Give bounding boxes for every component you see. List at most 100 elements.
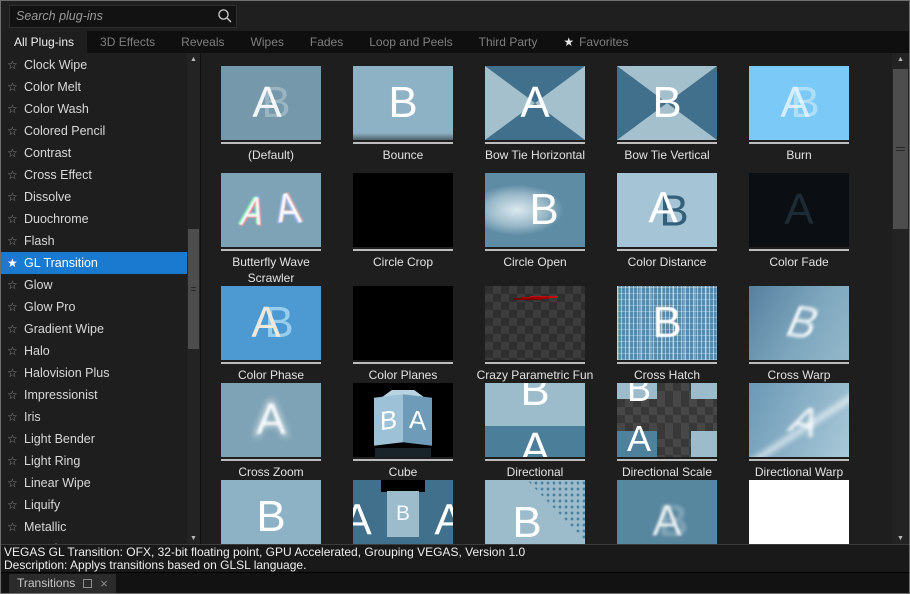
star-outline-icon[interactable]: ☆ xyxy=(7,300,24,314)
grid-item-color-fade[interactable]: AColor Fade xyxy=(749,173,849,286)
star-outline-icon[interactable]: ☆ xyxy=(7,234,24,248)
search-input[interactable] xyxy=(10,9,214,23)
grid-item-r5-b[interactable]: B xyxy=(221,480,321,544)
sidebar-item-label: Dissolve xyxy=(24,190,71,204)
category-list: ☆Clock Wipe☆Color Melt☆Color Wash☆Colore… xyxy=(1,53,187,544)
grid-item-burn[interactable]: BABurn xyxy=(749,66,849,163)
transition-thumbnail: AB xyxy=(617,480,717,544)
tab-all-plug-ins[interactable]: All Plug-ins xyxy=(1,31,87,53)
grid-scrollbar-thumb[interactable] xyxy=(893,69,908,229)
search-box[interactable] xyxy=(9,5,237,28)
star-outline-icon[interactable]: ☆ xyxy=(7,146,24,160)
grid-item-butterfly-wave-scrawler[interactable]: AAButterfly Wave Scrawler xyxy=(221,173,321,286)
sidebar-item-light-ring[interactable]: ☆Light Ring xyxy=(1,450,187,472)
sidebar-item-liquify[interactable]: ☆Liquify xyxy=(1,494,187,516)
star-icon[interactable]: ★ xyxy=(7,256,24,270)
star-outline-icon[interactable]: ☆ xyxy=(7,520,24,534)
star-outline-icon[interactable]: ☆ xyxy=(7,278,24,292)
star-outline-icon[interactable]: ☆ xyxy=(7,212,24,226)
sidebar-item-clock-wipe[interactable]: ☆Clock Wipe xyxy=(1,54,187,76)
tab-wipes[interactable]: Wipes xyxy=(238,31,297,53)
star-outline-icon[interactable]: ☆ xyxy=(7,80,24,94)
transition-label: Directional Scale xyxy=(601,464,733,480)
grid-item-cube[interactable]: BACube xyxy=(353,383,453,480)
grid-item-color-phase[interactable]: BAColor Phase xyxy=(221,286,321,383)
float-square-icon[interactable] xyxy=(83,579,92,588)
grid-item-color-planes[interactable]: Color Planes xyxy=(353,286,453,383)
sidebar-item-halovision-plus[interactable]: ☆Halovision Plus xyxy=(1,362,187,384)
star-outline-icon[interactable]: ☆ xyxy=(7,102,24,116)
star-outline-icon[interactable]: ☆ xyxy=(7,168,24,182)
thumbnail-underline xyxy=(485,249,585,251)
grid-item-crazy-parametric-fun[interactable]: Crazy Parametric Fun xyxy=(485,286,585,383)
sidebar-item-dissolve[interactable]: ☆Dissolve xyxy=(1,186,187,208)
star-outline-icon[interactable]: ☆ xyxy=(7,410,24,424)
tab-fades[interactable]: Fades xyxy=(297,31,356,53)
sidebar-item-glow[interactable]: ☆Glow xyxy=(1,274,187,296)
grid-item-color-distance[interactable]: BAColor Distance xyxy=(617,173,717,286)
scroll-up-icon[interactable]: ▲ xyxy=(892,53,909,65)
sidebar-item-duochrome[interactable]: ☆Duochrome xyxy=(1,208,187,230)
grid-item-cross-zoom[interactable]: AACross Zoom xyxy=(221,383,321,480)
star-outline-icon[interactable]: ☆ xyxy=(7,476,24,490)
scroll-down-icon[interactable]: ▼ xyxy=(187,532,200,544)
tab-3d-effects[interactable]: 3D Effects xyxy=(87,31,168,53)
star-outline-icon[interactable]: ☆ xyxy=(7,388,24,402)
sidebar-item-gradient-wipe[interactable]: ☆Gradient Wipe xyxy=(1,318,187,340)
sidebar-item-linear-wipe[interactable]: ☆Linear Wipe xyxy=(1,472,187,494)
grid-item-directional-scale[interactable]: BADirectional Scale xyxy=(617,383,717,480)
grid-item-directional-warp[interactable]: ADirectional Warp xyxy=(749,383,849,480)
sidebar-item-flash[interactable]: ☆Flash xyxy=(1,230,187,252)
tab-loop-and-peels[interactable]: Loop and Peels xyxy=(356,31,465,53)
star-outline-icon[interactable]: ☆ xyxy=(7,344,24,358)
grid-item-directional[interactable]: BADirectional xyxy=(485,383,585,480)
star-outline-icon[interactable]: ☆ xyxy=(7,454,24,468)
sidebar-item-cross-effect[interactable]: ☆Cross Effect xyxy=(1,164,187,186)
grid-item-bounce[interactable]: BBounce xyxy=(353,66,453,163)
star-outline-icon[interactable]: ☆ xyxy=(7,366,24,380)
sidebar-item-contrast[interactable]: ☆Contrast xyxy=(1,142,187,164)
star-outline-icon[interactable]: ☆ xyxy=(7,432,24,446)
grid-item-bow-tie-vertical[interactable]: BBow Tie Vertical xyxy=(617,66,717,163)
star-outline-icon[interactable]: ☆ xyxy=(7,124,24,138)
sidebar-item-iris[interactable]: ☆Iris xyxy=(1,406,187,428)
star-outline-icon[interactable]: ☆ xyxy=(7,190,24,204)
grid-item-default[interactable]: BA(Default) xyxy=(221,66,321,163)
sidebar-item-gl-transition[interactable]: ★GL Transition xyxy=(1,252,187,274)
tab-third-party[interactable]: Third Party xyxy=(466,31,551,53)
sidebar-item-light-bender[interactable]: ☆Light Bender xyxy=(1,428,187,450)
grid-item-circle-open[interactable]: BCircle Open xyxy=(485,173,585,286)
scroll-up-icon[interactable]: ▲ xyxy=(187,53,200,65)
grid-item-bow-tie-horizontal[interactable]: ABow Tie Horizontal xyxy=(485,66,585,163)
sidebar-scrollbar-thumb[interactable] xyxy=(188,229,199,349)
sidebar-item-metallic[interactable]: ☆Metallic xyxy=(1,516,187,538)
sidebar-item-halo[interactable]: ☆Halo xyxy=(1,340,187,362)
grid-item-cross-warp[interactable]: BCross Warp xyxy=(749,286,849,383)
star-outline-icon[interactable]: ☆ xyxy=(7,498,24,512)
grid-item-circle-crop[interactable]: Circle Crop xyxy=(353,173,453,286)
sidebar-item-colored-pencil[interactable]: ☆Colored Pencil xyxy=(1,120,187,142)
sidebar-item-glow-pro[interactable]: ☆Glow Pro xyxy=(1,296,187,318)
tab-favorites[interactable]: ★Favorites xyxy=(550,31,641,53)
sidebar-item-color-melt[interactable]: ☆Color Melt xyxy=(1,76,187,98)
scroll-down-icon[interactable]: ▼ xyxy=(892,532,909,544)
sidebar-scrollbar[interactable]: ▲ ▼ xyxy=(187,53,200,544)
transition-thumbnail: BA xyxy=(617,173,717,247)
grid-item-r5-white[interactable] xyxy=(749,480,849,544)
grid-item-r5-dots[interactable]: B xyxy=(485,480,585,544)
sidebar-item-color-wash[interactable]: ☆Color Wash xyxy=(1,98,187,120)
grid-item-r5-zoom[interactable]: AA xyxy=(353,480,453,544)
transition-label: Directional Warp xyxy=(733,464,865,480)
sidebar-item-label: Contrast xyxy=(24,146,71,160)
grid-item-r5-blur[interactable]: AB xyxy=(617,480,717,544)
close-x-icon[interactable]: × xyxy=(100,577,108,590)
transitions-window-tab[interactable]: Transitions × xyxy=(9,574,116,593)
tab-reveals[interactable]: Reveals xyxy=(168,31,237,53)
grid-item-cross-hatch[interactable]: BCross Hatch xyxy=(617,286,717,383)
transition-label: Directional xyxy=(469,464,601,480)
grid-scrollbar[interactable]: ▲ ▼ xyxy=(892,53,909,544)
sidebar-item-impressionist[interactable]: ☆Impressionist xyxy=(1,384,187,406)
star-outline-icon[interactable]: ☆ xyxy=(7,322,24,336)
star-outline-icon[interactable]: ☆ xyxy=(7,58,24,72)
search-icon[interactable] xyxy=(214,8,236,24)
